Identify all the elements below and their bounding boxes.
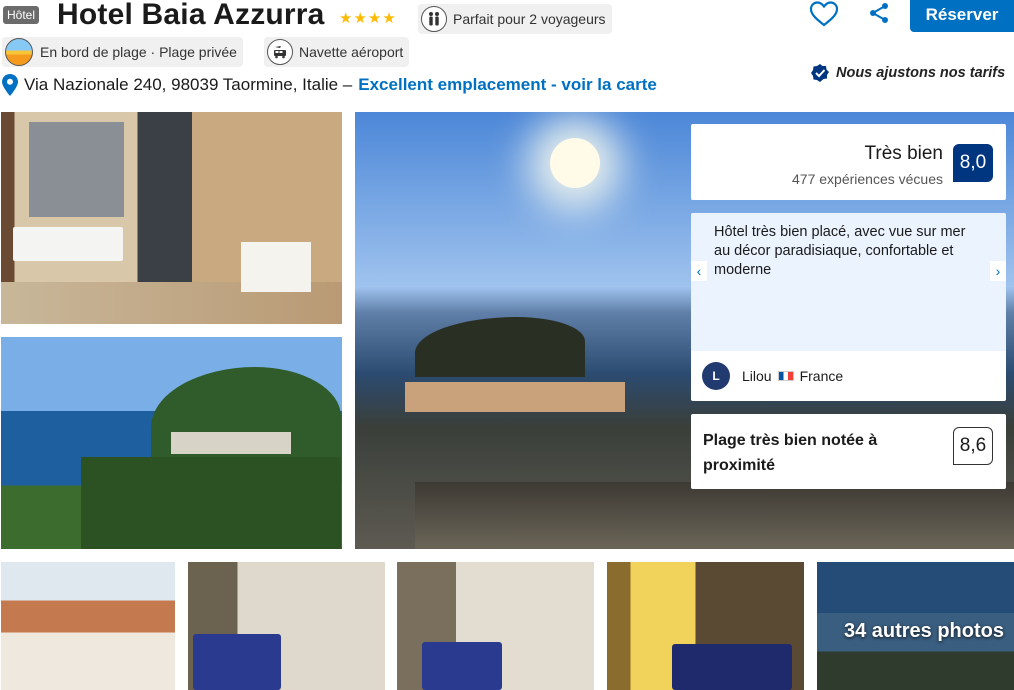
photo-detail xyxy=(29,122,124,217)
map-pin-icon xyxy=(2,74,18,96)
photo-detail xyxy=(415,317,585,377)
star-icon: ★ xyxy=(367,10,382,27)
reviewer-name: Lilou xyxy=(742,368,772,384)
reviewer: L Lilou France xyxy=(702,362,843,390)
address-text: Via Nazionale 240, 98039 Taormine, Itali… xyxy=(24,75,353,94)
shuttle-label: Navette aéroport xyxy=(299,44,404,60)
photo-detail xyxy=(193,634,281,690)
travellers-badge: Parfait pour 2 voyageurs xyxy=(418,4,612,34)
photo-bay-view[interactable] xyxy=(1,337,342,549)
beach-badge: En bord de plage · Plage privée xyxy=(2,37,243,67)
photo-detail xyxy=(241,242,311,292)
photo-detail xyxy=(415,482,1014,549)
beach-rating-title: Plage très bien notée à proximité xyxy=(703,432,878,474)
photo-detail xyxy=(405,382,625,412)
more-photos-tile[interactable]: 34 autres photos xyxy=(817,562,1014,690)
travellers-label: Parfait pour 2 voyageurs xyxy=(453,11,606,27)
photo-detail xyxy=(13,227,123,261)
beach-label: En bord de plage · Plage privée xyxy=(40,44,237,60)
header-row: Hôtel Hotel Baia Azzurra ★ ★ ★ ★ Parfait… xyxy=(0,0,1014,36)
price-match-note[interactable]: Nous ajustons nos tarifs xyxy=(810,63,1005,83)
beach-score-badge: 8,6 xyxy=(953,427,993,465)
heart-icon[interactable] xyxy=(809,0,839,28)
reserve-button[interactable]: Réserver xyxy=(910,0,1014,32)
review-score-card[interactable]: Très bien 477 expériences vécues 8,0 xyxy=(691,124,1006,200)
beach-icon xyxy=(5,38,33,66)
photo-detail xyxy=(550,138,600,188)
travellers-icon xyxy=(421,6,447,32)
review-count: 477 expériences vécues xyxy=(792,171,943,187)
photo-detail xyxy=(672,644,792,690)
hotel-name: Hotel Baia Azzurra xyxy=(57,0,325,31)
shuttle-badge: Navette aéroport xyxy=(264,37,410,67)
shuttle-icon xyxy=(267,39,293,65)
star-icon: ★ xyxy=(382,10,396,27)
quote-area: Hôtel très bien placé, avec vue sur mer … xyxy=(691,213,1006,351)
star-icon: ★ xyxy=(353,10,367,27)
address-row: Via Nazionale 240, 98039 Taormine, Itali… xyxy=(2,74,657,96)
property-type-badge: Hôtel xyxy=(3,6,40,24)
photo-detail xyxy=(171,432,291,454)
star-rating: ★ ★ ★ ★ xyxy=(339,11,396,26)
photo-room-3[interactable] xyxy=(607,562,804,690)
avatar: L xyxy=(702,362,730,390)
score-badge: 8,0 xyxy=(953,144,993,182)
chevron-left-icon[interactable]: ‹ xyxy=(691,261,707,281)
price-note-label: Nous ajustons nos tarifs xyxy=(836,65,1006,81)
price-badge-icon xyxy=(811,64,829,82)
more-photos-label: 34 autres photos xyxy=(843,620,1004,642)
review-quote: Hôtel très bien placé, avec vue sur mer … xyxy=(714,224,966,278)
review-quote-card: Hôtel très bien placé, avec vue sur mer … xyxy=(691,213,1006,401)
score-word: Très bien xyxy=(864,143,944,164)
share-icon[interactable] xyxy=(867,1,891,25)
photo-detail xyxy=(422,642,502,690)
chevron-right-icon[interactable]: › xyxy=(990,261,1006,281)
france-flag-icon xyxy=(777,371,794,381)
photo-breakfast-buffet[interactable] xyxy=(1,562,175,690)
photo-room-2[interactable] xyxy=(397,562,594,690)
reviewer-country: France xyxy=(799,368,844,384)
photo-bathroom[interactable] xyxy=(1,112,342,324)
beach-rating-card: Plage très bien notée à proximité 8,6 xyxy=(691,414,1006,489)
star-icon: ★ xyxy=(339,10,353,27)
photo-room-1[interactable] xyxy=(188,562,385,690)
show-map-link[interactable]: Excellent emplacement - voir la carte xyxy=(358,75,657,95)
photo-detail xyxy=(81,457,341,549)
